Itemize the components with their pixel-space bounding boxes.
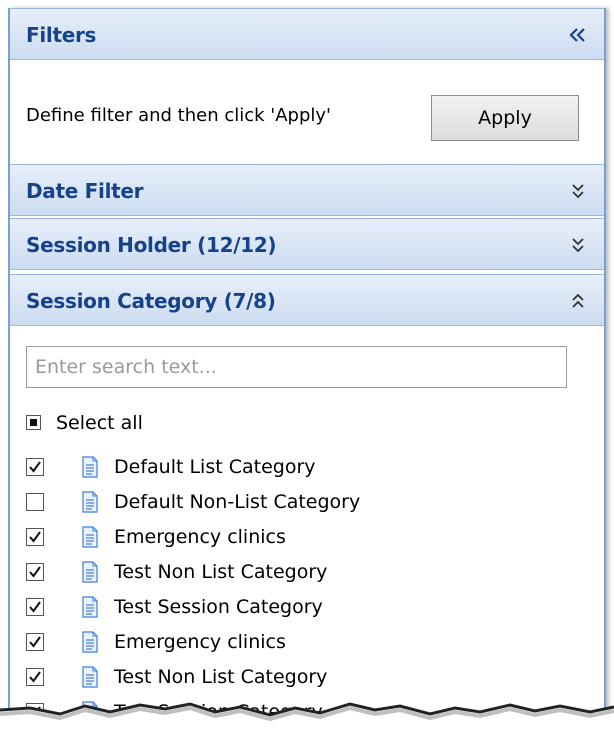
select-all-checkbox[interactable] bbox=[26, 415, 41, 430]
search-input[interactable] bbox=[26, 346, 567, 388]
document-icon bbox=[82, 561, 98, 583]
document-icon bbox=[82, 456, 98, 478]
category-checkbox[interactable] bbox=[26, 458, 44, 476]
section-title: Date Filter bbox=[26, 179, 144, 203]
category-label: Test Non List Category bbox=[114, 561, 328, 583]
section-session-category[interactable]: Session Category (7/8) bbox=[10, 274, 604, 326]
section-session-holder[interactable]: Session Holder (12/12) bbox=[10, 218, 604, 270]
checkmark-icon bbox=[29, 636, 41, 648]
select-all-label: Select all bbox=[56, 412, 143, 434]
category-label: Default List Category bbox=[114, 456, 316, 478]
category-checkbox[interactable] bbox=[26, 598, 44, 616]
apply-row: Define filter and then click 'Apply' App… bbox=[10, 71, 604, 169]
list-item[interactable]: Default Non-List Category bbox=[26, 487, 586, 522]
section-title: Session Category (7/8) bbox=[26, 289, 276, 313]
category-checkbox[interactable] bbox=[26, 668, 44, 686]
filters-header: Filters bbox=[10, 8, 604, 60]
list-item[interactable]: Test Non List Category bbox=[26, 557, 586, 592]
filters-title: Filters bbox=[26, 23, 97, 47]
category-label: Emergency clinics bbox=[114, 526, 286, 548]
apply-instruction: Define filter and then click 'Apply' bbox=[26, 105, 331, 126]
chevrons-up-icon[interactable] bbox=[562, 285, 594, 317]
list-item[interactable]: Test Session Category bbox=[26, 592, 586, 627]
section-title: Session Holder (12/12) bbox=[26, 233, 277, 257]
torn-edge bbox=[0, 702, 614, 744]
checkmark-icon bbox=[29, 566, 41, 578]
chevrons-down-icon[interactable] bbox=[562, 229, 594, 261]
category-label: Default Non-List Category bbox=[114, 491, 361, 513]
category-label: Emergency clinics bbox=[114, 631, 286, 653]
list-item[interactable]: Default List Category bbox=[26, 452, 586, 487]
checkmark-icon bbox=[29, 531, 41, 543]
section-date-filter[interactable]: Date Filter bbox=[10, 164, 604, 216]
apply-button[interactable]: Apply bbox=[431, 95, 579, 141]
chevrons-left-icon[interactable] bbox=[562, 19, 594, 51]
document-icon bbox=[82, 526, 98, 548]
chevrons-down-icon[interactable] bbox=[562, 175, 594, 207]
document-icon bbox=[82, 491, 98, 513]
document-icon bbox=[82, 631, 98, 653]
category-label: Test Non List Category bbox=[114, 666, 328, 688]
category-checkbox[interactable] bbox=[26, 493, 44, 511]
document-icon bbox=[82, 666, 98, 688]
list-item[interactable]: Emergency clinics bbox=[26, 627, 586, 662]
checkmark-icon bbox=[29, 461, 41, 473]
document-icon bbox=[82, 596, 98, 618]
checkmark-icon bbox=[29, 671, 41, 683]
list-item[interactable]: Emergency clinics bbox=[26, 522, 586, 557]
checkmark-icon bbox=[29, 601, 41, 613]
category-checkbox[interactable] bbox=[26, 528, 44, 546]
category-checkbox[interactable] bbox=[26, 633, 44, 651]
filters-panel: Filters Define filter and then click 'Ap… bbox=[8, 8, 606, 744]
category-label: Test Session Category bbox=[114, 596, 323, 618]
category-checkbox[interactable] bbox=[26, 563, 44, 581]
